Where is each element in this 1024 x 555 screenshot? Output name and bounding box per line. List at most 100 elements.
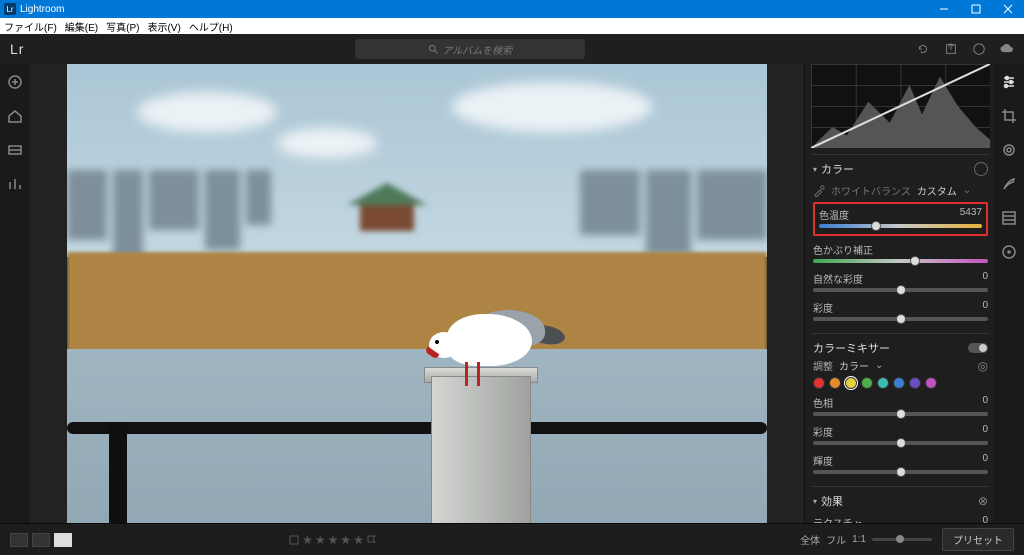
home-icon[interactable] (7, 108, 23, 124)
tag-icon[interactable] (972, 42, 986, 56)
heal-icon[interactable] (1001, 142, 1017, 158)
swatch-orange[interactable] (829, 377, 841, 389)
window-maximize-button[interactable] (960, 0, 992, 18)
bottom-bar: ★★★★★ 全体 フル 1:1 プリセット (0, 523, 1024, 555)
vibrance-label: 自然な彩度 (813, 271, 863, 286)
app-topbar: Lr アルバムを検索 (0, 34, 1024, 64)
edit-sliders-icon[interactable] (1001, 74, 1017, 90)
zoom-fill-button[interactable]: フル (826, 532, 846, 547)
section-mixer-header[interactable]: カラーミキサー (813, 340, 988, 356)
swatch-blue[interactable] (893, 377, 905, 389)
tint-label: 色かぶり補正 (813, 242, 873, 257)
mixer-lum-slider[interactable]: 輝度 0 (813, 453, 988, 474)
compare-view-button[interactable] (32, 533, 50, 547)
preset-button[interactable]: プリセット (942, 528, 1014, 551)
reset-icon[interactable]: ⊗ (978, 494, 988, 508)
section-effects-header[interactable]: ▾ 効果 ⊗ (813, 493, 988, 509)
learn-icon[interactable] (7, 142, 23, 158)
swatch-magenta[interactable] (925, 377, 937, 389)
section-mixer-title: カラーミキサー (813, 340, 890, 356)
temperature-slider[interactable]: 色温度 5437 (819, 207, 982, 228)
rating-stars[interactable]: ★★★★★ (288, 533, 378, 547)
mixer-hue-value[interactable]: 0 (982, 395, 988, 410)
vibrance-value[interactable]: 0 (982, 271, 988, 286)
swatch-yellow[interactable] (845, 377, 857, 389)
window-titlebar: Lr Lightroom (0, 0, 1024, 18)
mixer-hue-slider[interactable]: 色相 0 (813, 395, 988, 416)
swatch-green[interactable] (861, 377, 873, 389)
radial-icon[interactable] (1001, 244, 1017, 260)
swatch-red[interactable] (813, 377, 825, 389)
swatch-aqua[interactable] (877, 377, 889, 389)
detail-view-button[interactable] (54, 533, 72, 547)
mixer-hue-label: 色相 (813, 395, 833, 410)
menu-help[interactable]: ヘルプ(H) (189, 19, 233, 34)
temperature-label: 色温度 (819, 207, 849, 222)
eyedropper-icon[interactable] (813, 185, 825, 197)
zoom-1to1-button[interactable]: 1:1 (852, 534, 866, 545)
mixer-sat-value[interactable]: 0 (982, 424, 988, 439)
menu-edit[interactable]: 編集(E) (65, 19, 98, 34)
color-bw-toggle-icon[interactable] (974, 162, 988, 176)
wb-row: ホワイトバランス カスタム ⌄ (813, 183, 988, 198)
window-title: Lightroom (20, 4, 64, 15)
tint-slider[interactable]: 色かぶり補正 (813, 242, 988, 263)
chevron-down-icon[interactable]: ⌄ (963, 185, 971, 196)
section-color: ▾ カラー ホワイトバランス カスタム ⌄ 色温度 5437 (811, 154, 990, 333)
search-icon (428, 44, 438, 54)
mixer-toggle[interactable] (968, 343, 988, 353)
zoom-controls: 全体 フル 1:1 (800, 532, 932, 547)
canvas-area (30, 64, 804, 523)
search-input[interactable]: アルバムを検索 (355, 39, 585, 59)
mixer-lum-value[interactable]: 0 (982, 453, 988, 468)
brush-icon[interactable] (1001, 176, 1017, 192)
search-placeholder: アルバムを検索 (442, 42, 512, 57)
texture-value[interactable]: 0 (982, 515, 988, 523)
people-icon[interactable] (7, 176, 23, 192)
share-icon[interactable] (944, 42, 958, 56)
right-tool-rail (994, 64, 1024, 523)
grid-view-button[interactable] (10, 533, 28, 547)
flag-pick-icon[interactable] (366, 534, 378, 546)
chevron-down-icon: ▾ (813, 165, 817, 174)
zoom-slider[interactable] (872, 538, 932, 541)
edit-panel: ▾ カラー ホワイトバランス カスタム ⌄ 色温度 5437 (804, 64, 994, 523)
wb-label: ホワイトバランス (831, 183, 911, 198)
menubar: ファイル(F) 編集(E) 写真(P) 表示(V) ヘルプ(H) (0, 18, 1024, 34)
saturation-value[interactable]: 0 (982, 300, 988, 315)
mixer-target-icon[interactable]: ◎ (978, 359, 988, 373)
section-effects: ▾ 効果 ⊗ テクスチャ0 明瞭度0 (811, 486, 990, 523)
window-close-button[interactable] (992, 0, 1024, 18)
left-tool-rail (0, 64, 30, 523)
crop-icon[interactable] (1001, 108, 1017, 124)
saturation-label: 彩度 (813, 300, 833, 315)
gradient-icon[interactable] (1001, 210, 1017, 226)
cloud-icon[interactable] (1000, 42, 1014, 56)
view-mode-buttons (10, 533, 72, 547)
menu-view[interactable]: 表示(V) (147, 19, 180, 34)
saturation-slider[interactable]: 彩度 0 (813, 300, 988, 321)
section-color-header[interactable]: ▾ カラー (813, 161, 988, 177)
wb-preset[interactable]: カスタム (917, 183, 957, 198)
zoom-fit-button[interactable]: 全体 (800, 532, 820, 547)
photo-canvas[interactable] (67, 64, 767, 523)
menu-photo[interactable]: 写真(P) (106, 19, 139, 34)
flag-reject-icon[interactable] (288, 534, 300, 546)
section-effects-title: 効果 (821, 493, 843, 509)
chevron-down-icon[interactable]: ⌄ (875, 360, 883, 371)
undo-icon[interactable] (916, 42, 930, 56)
texture-slider[interactable]: テクスチャ0 (813, 515, 988, 523)
mixer-adjust-mode[interactable]: カラー (839, 358, 869, 373)
window-minimize-button[interactable] (928, 0, 960, 18)
mixer-sat-slider[interactable]: 彩度0 (813, 424, 988, 445)
chevron-down-icon: ▾ (813, 497, 817, 506)
mixer-lum-label: 輝度 (813, 453, 833, 468)
menu-file[interactable]: ファイル(F) (4, 19, 57, 34)
app-icon: Lr (4, 3, 16, 15)
histogram[interactable] (811, 64, 990, 148)
mixer-swatches (813, 377, 988, 389)
vibrance-slider[interactable]: 自然な彩度 0 (813, 271, 988, 292)
temperature-value[interactable]: 5437 (960, 207, 982, 222)
swatch-purple[interactable] (909, 377, 921, 389)
add-icon[interactable] (7, 74, 23, 90)
